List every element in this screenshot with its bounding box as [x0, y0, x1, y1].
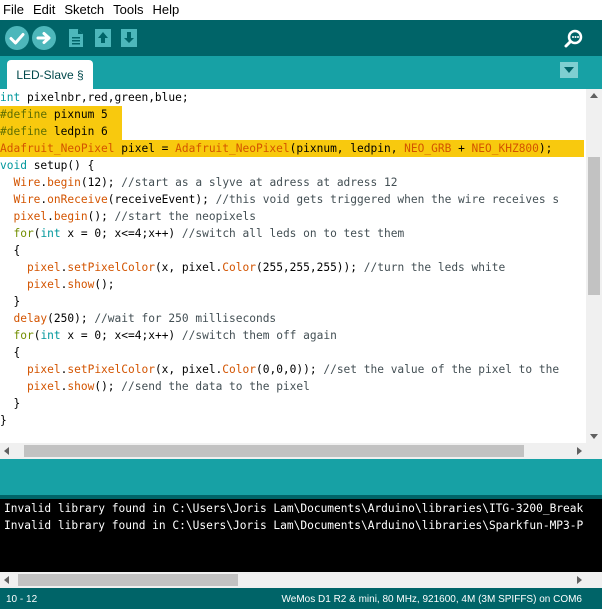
code-line: } [0, 295, 21, 308]
console-line: Invalid library found in C:\Users\Joris … [4, 502, 584, 515]
code-editor[interactable]: int pixelnbr,red,green,blue; #define pix… [0, 89, 586, 443]
new-button[interactable] [66, 27, 86, 49]
scroll-right-icon[interactable] [577, 447, 582, 455]
menu-sketch[interactable]: Sketch [64, 0, 104, 20]
editor-horizontal-scrollbar[interactable] [0, 443, 586, 459]
upload-button[interactable] [32, 26, 56, 50]
code-line: Adafruit_NeoPixel pixel = Adafruit_NeoPi… [0, 140, 584, 157]
code-line: pixel.setPixelColor(x, pixel.Color(255,2… [0, 261, 506, 274]
console-output[interactable]: Invalid library found in C:\Users\Joris … [0, 499, 602, 572]
menu-help[interactable]: Help [152, 0, 179, 20]
menu-tools[interactable]: Tools [113, 0, 143, 20]
code-line: } [0, 397, 21, 410]
code-line: delay(250); //wait for 250 milliseconds [0, 312, 277, 325]
open-icon [95, 29, 111, 47]
scroll-left-icon[interactable] [4, 447, 9, 455]
code-line: pixel.show(); //send the data to the pix… [0, 380, 310, 393]
serial-monitor-button[interactable] [562, 26, 586, 50]
scroll-left-icon[interactable] [4, 576, 9, 584]
menu-file[interactable]: File [3, 0, 24, 20]
save-button[interactable] [119, 27, 139, 49]
code-line: void setup() { [0, 159, 95, 172]
line-number-indicator: 10 - 12 [6, 594, 38, 605]
save-icon [121, 29, 137, 47]
tab-strip: LED-Slave § [0, 56, 602, 89]
code-line: Wire.onReceive(receiveEvent); //this voi… [0, 193, 560, 206]
code-line: for(int x = 0; x<=4;x++) //switch all le… [0, 227, 405, 240]
upload-icon [36, 32, 51, 44]
code-line: pixel.show(); [0, 278, 115, 291]
code-line: Wire.begin(12); //start as a slyve at ad… [0, 176, 398, 189]
status-bar: 10 - 12 WeMos D1 R2 & mini, 80 MHz, 9216… [0, 588, 602, 609]
code-line: { [0, 244, 21, 257]
verify-button[interactable] [5, 26, 29, 50]
tab-label: LED-Slave § [16, 67, 84, 82]
toolbar [0, 20, 602, 56]
code-line: #define pixnum 5 [0, 106, 122, 123]
menu-bar: File Edit Sketch Tools Help [0, 0, 602, 20]
verify-icon [9, 33, 25, 45]
code-line: #define ledpin 6 [0, 123, 122, 140]
board-info: WeMos D1 R2 & mini, 80 MHz, 921600, 4M (… [281, 594, 582, 605]
scrollbar-corner [586, 443, 602, 459]
scrollbar-corner [586, 572, 602, 588]
console-horizontal-scrollbar[interactable] [0, 572, 586, 588]
serial-monitor-icon [564, 29, 583, 48]
tab-led-slave[interactable]: LED-Slave § [7, 60, 93, 89]
scrollbar-thumb[interactable] [24, 445, 524, 457]
code-line: pixel.begin(); //start the neopixels [0, 210, 256, 223]
scrollbar-thumb[interactable] [18, 574, 238, 586]
scroll-right-icon[interactable] [577, 576, 582, 584]
code-line: { [0, 346, 21, 359]
scroll-up-icon[interactable] [590, 93, 598, 98]
open-button[interactable] [93, 27, 113, 49]
code-line: for(int x = 0; x<=4;x++) //switch them o… [0, 329, 337, 342]
message-band [0, 459, 602, 495]
chevron-down-icon[interactable] [560, 62, 578, 78]
code-line: pixel.setPixelColor(x, pixel.Color(0,0,0… [0, 363, 560, 376]
menu-edit[interactable]: Edit [33, 0, 55, 20]
scroll-down-icon[interactable] [590, 434, 598, 439]
console-line: Invalid library found in C:\Users\Joris … [4, 519, 584, 532]
scrollbar-thumb[interactable] [588, 157, 600, 295]
new-icon [69, 29, 83, 47]
code-line: } [0, 414, 7, 427]
editor-vertical-scrollbar[interactable] [586, 89, 602, 443]
code-line: int pixelnbr,red,green,blue; [0, 91, 189, 104]
